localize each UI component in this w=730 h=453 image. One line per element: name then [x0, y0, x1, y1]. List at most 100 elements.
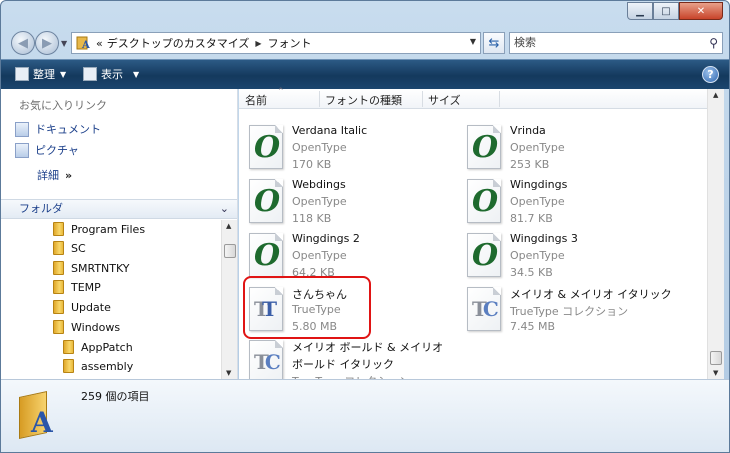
- favorite-pictures[interactable]: ピクチャ: [15, 142, 79, 158]
- address-bar[interactable]: A « デスクトップのカスタマイズ ▶ フォント ▼: [71, 32, 481, 54]
- scroll-up-icon[interactable]: ▲: [226, 222, 231, 230]
- file-name-line2: ボールド イタリック: [292, 358, 395, 371]
- close-button[interactable]: ✕: [679, 2, 723, 20]
- chevron-down-icon: ▼: [133, 69, 140, 79]
- opentype-icon: O: [249, 233, 283, 277]
- list-item[interactable]: O Vrinda OpenType 253 KB: [457, 121, 672, 177]
- tree-item-label: assembly: [81, 359, 134, 373]
- file-size: 34.5 KB: [510, 266, 553, 279]
- scroll-up-icon[interactable]: ▲: [713, 91, 718, 99]
- tree-item-label: TEMP: [71, 280, 101, 294]
- tree-item[interactable]: assembly: [63, 359, 133, 373]
- more-links[interactable]: 詳細 »: [37, 167, 72, 183]
- tree-item[interactable]: Update: [53, 300, 111, 314]
- minimize-icon: ▁: [636, 5, 644, 17]
- list-item[interactable]: O Wingdings OpenType 81.7 KB: [457, 175, 672, 231]
- refresh-button[interactable]: ⇆: [483, 32, 505, 54]
- file-type: OpenType: [510, 141, 565, 154]
- list-item[interactable]: TC メイリオ & メイリオ イタリック TrueType コレクション 7.4…: [457, 283, 672, 339]
- folder-icon: [53, 300, 64, 314]
- list-item[interactable]: O Webdings OpenType 118 KB: [239, 175, 454, 231]
- item-count: 259 個の項目: [81, 390, 150, 403]
- scroll-down-icon[interactable]: ▼: [713, 369, 718, 377]
- file-size: 170 KB: [292, 158, 332, 171]
- folder-icon: [53, 280, 64, 294]
- file-name: Wingdings 3: [510, 232, 578, 245]
- file-size: 118 KB: [292, 212, 332, 225]
- opentype-icon: O: [467, 233, 501, 277]
- tree-item[interactable]: Program Files: [53, 222, 145, 236]
- column-divider[interactable]: [319, 91, 320, 107]
- address-chevrons[interactable]: «: [96, 37, 103, 50]
- folders-header[interactable]: フォルダ ⌄: [1, 199, 237, 219]
- pictures-icon: [15, 142, 29, 158]
- favorite-documents[interactable]: ドキュメント: [15, 121, 101, 137]
- svg-text:A: A: [81, 40, 90, 50]
- file-list-scrollbar[interactable]: ▲ ▼: [707, 89, 724, 379]
- window-controls: ▁ □ ✕: [627, 2, 723, 20]
- file-name: Webdings: [292, 178, 346, 191]
- tree-item-label: Windows: [71, 320, 121, 334]
- more-label: 詳細: [37, 169, 59, 182]
- folders-title: フォルダ: [19, 202, 63, 215]
- folder-icon: [63, 340, 74, 354]
- list-item[interactable]: TC メイリオ ボールド & メイリオ ボールド イタリック TrueType …: [239, 336, 454, 379]
- help-icon: ?: [707, 68, 714, 81]
- file-type: OpenType: [292, 195, 347, 208]
- maximize-button[interactable]: □: [653, 2, 679, 20]
- organize-label: 整理: [33, 68, 55, 81]
- details-pane: A 259 個の項目: [1, 379, 729, 452]
- folder-tree-scrollbar[interactable]: ▲ ▼: [221, 220, 237, 379]
- forward-arrow-icon: ▶: [42, 35, 52, 51]
- file-name: Vrinda: [510, 124, 546, 137]
- forward-button[interactable]: ▶: [35, 31, 59, 55]
- tree-item-label: Update: [71, 300, 111, 314]
- scrollbar-thumb[interactable]: [224, 244, 236, 258]
- documents-icon: [15, 121, 29, 137]
- tree-item[interactable]: TEMP: [53, 280, 101, 294]
- command-bar: 整理 ▼ 表示 ▼ ?: [1, 59, 729, 89]
- column-divider[interactable]: [422, 91, 423, 107]
- tree-item[interactable]: AppPatch: [63, 340, 133, 354]
- address-dropdown-icon[interactable]: ▼: [470, 37, 476, 46]
- column-name[interactable]: 名前: [245, 92, 267, 108]
- help-button[interactable]: ?: [702, 66, 719, 83]
- file-name: Wingdings 2: [292, 232, 360, 245]
- tree-item[interactable]: SMRTNTKY: [53, 261, 130, 275]
- search-icon[interactable]: ⚲: [709, 33, 718, 53]
- list-item[interactable]: O Verdana Italic OpenType 170 KB: [239, 121, 454, 177]
- breadcrumb-desktop-customize[interactable]: デスクトップのカスタマイズ: [107, 35, 250, 51]
- favorite-documents-label: ドキュメント: [35, 123, 101, 136]
- search-input[interactable]: 検索 ⚲: [509, 32, 723, 54]
- scrollbar-thumb[interactable]: [710, 351, 722, 365]
- views-button[interactable]: 表示 ▼: [83, 66, 139, 82]
- back-button[interactable]: ◀: [11, 31, 35, 55]
- favorite-links-title: お気に入りリンク: [19, 99, 107, 112]
- chevron-down-icon: ⌄: [219, 202, 229, 215]
- opentype-icon: O: [467, 179, 501, 223]
- minimize-button[interactable]: ▁: [627, 2, 653, 20]
- views-icon: [83, 67, 97, 81]
- recent-pages-dropdown[interactable]: ▼: [61, 39, 67, 48]
- truetype-collection-icon: TC: [249, 340, 283, 379]
- opentype-icon: O: [249, 125, 283, 169]
- scroll-down-icon[interactable]: ▼: [226, 369, 231, 377]
- column-font-type[interactable]: フォントの種類: [325, 92, 402, 108]
- tree-item[interactable]: Windows: [53, 320, 120, 334]
- highlight-annotation: [243, 276, 371, 339]
- back-arrow-icon: ◀: [18, 35, 28, 51]
- organize-button[interactable]: 整理 ▼: [15, 66, 66, 82]
- tree-item[interactable]: SC: [53, 241, 86, 255]
- column-size[interactable]: サイズ: [428, 92, 461, 108]
- column-divider[interactable]: [499, 91, 500, 107]
- explorer-window: ▁ □ ✕ ◀ ▶ ▼ A « デスクトップのカスタマイズ ▶ フォント ▼ ⇆…: [0, 0, 730, 453]
- folder-tree: Program Files SC SMRTNTKY TEMP Update Wi…: [1, 220, 221, 380]
- tree-item-label: AppPatch: [81, 340, 133, 354]
- list-item[interactable]: O Wingdings 3 OpenType 34.5 KB: [457, 229, 672, 285]
- breadcrumb-fonts[interactable]: フォント: [268, 35, 312, 51]
- tree-item-label: SC: [71, 241, 86, 255]
- file-size: 253 KB: [510, 158, 550, 171]
- breadcrumb-arrow-icon[interactable]: ▶: [255, 39, 261, 48]
- title-bar: ▁ □ ✕: [1, 1, 729, 27]
- fonts-folder-icon: A: [19, 391, 57, 439]
